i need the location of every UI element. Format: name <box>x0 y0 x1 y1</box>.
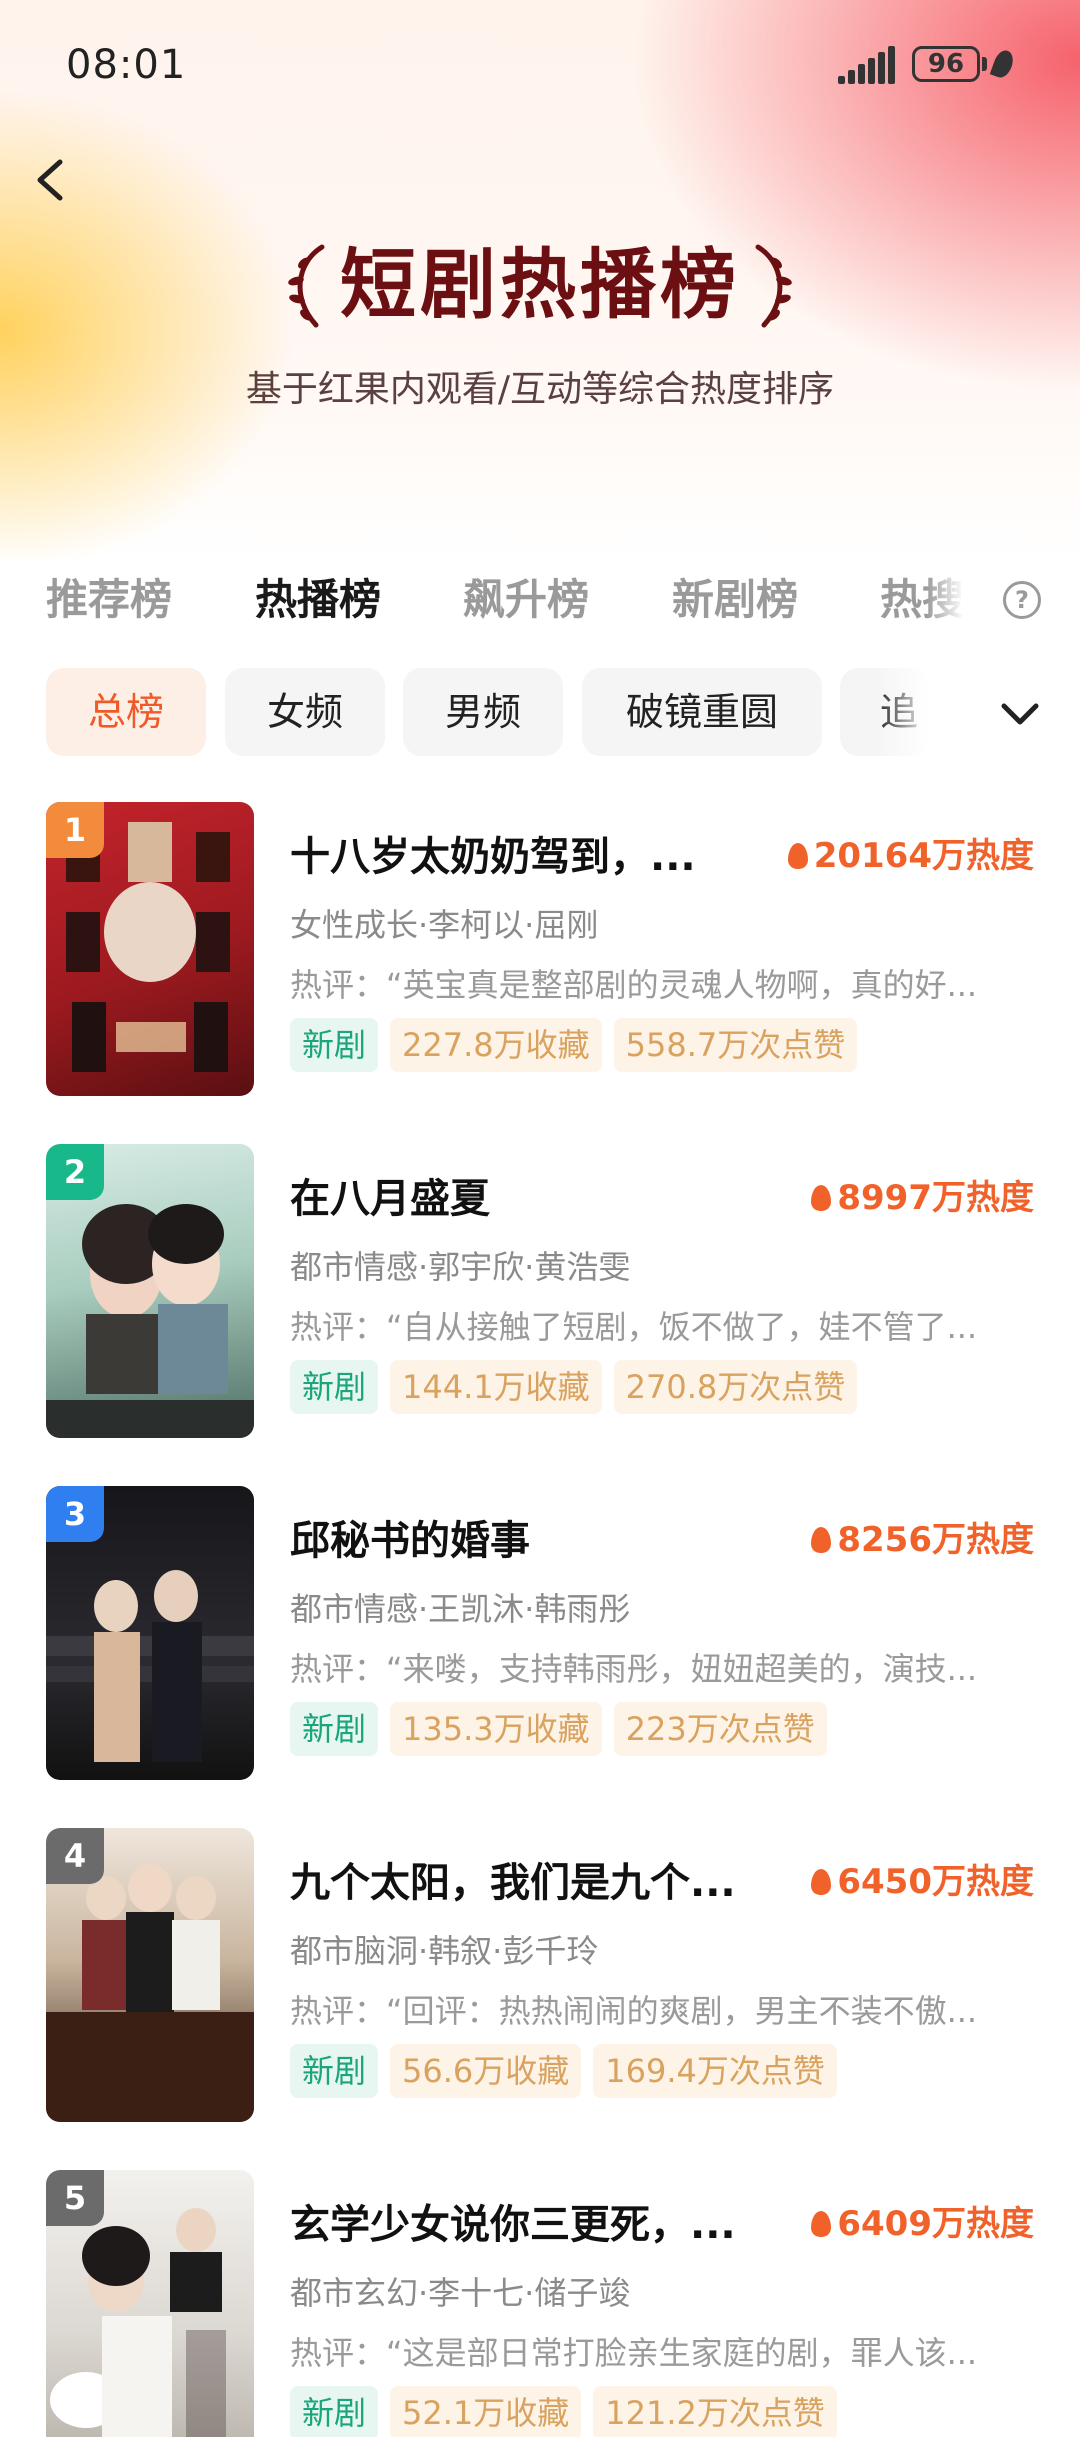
expand-filters-button[interactable] <box>990 690 1050 740</box>
tab-hot-search[interactable]: 热搜 <box>880 560 964 640</box>
new-tag: 新剧 <box>290 1360 379 1414</box>
drama-meta: 都市情感·郭宇欣·黄浩雯 <box>290 1248 631 1286</box>
drama-meta: 女性成长·李柯以·屈刚 <box>290 906 599 944</box>
favorites-tag: 227.8万收藏 <box>390 1018 602 1072</box>
likes-tag: 121.2万次点赞 <box>593 2386 837 2437</box>
drama-title: 玄学少女说你三更死，... <box>290 2202 736 2248</box>
heat-text: 20164万热度 <box>813 836 1034 876</box>
back-arrow-icon <box>37 159 63 201</box>
leaf-icon <box>989 47 1017 81</box>
heat-text: 8256万热度 <box>837 1520 1034 1560</box>
flame-icon <box>811 2211 832 2237</box>
favorites-tag: 52.1万收藏 <box>390 2386 582 2437</box>
list-item[interactable]: 2 在八月盛夏 8997万热度 都市情感·郭宇欣·黄浩雯 热评：“自从接触了短剧… <box>0 1142 1080 1442</box>
rank-badge: 2 <box>46 1144 104 1200</box>
heat-value: 8256万热度 <box>811 1512 1034 1561</box>
drama-title: 邱秘书的婚事 <box>290 1518 530 1564</box>
drama-title: 在八月盛夏 <box>290 1176 490 1222</box>
tag-row: 新剧 52.1万收藏 121.2万次点赞 <box>290 2386 849 2437</box>
likes-tag: 270.8万次点赞 <box>613 1360 858 1414</box>
heat-text: 6450万热度 <box>837 1862 1034 1902</box>
heat-value: 6409万热度 <box>811 2196 1034 2245</box>
filter-chip-more[interactable]: 追 <box>840 668 930 756</box>
likes-tag: 558.7万次点赞 <box>613 1018 858 1072</box>
heat-text: 6409万热度 <box>837 2204 1034 2244</box>
rank-badge: 1 <box>46 802 104 858</box>
heat-value: 6450万热度 <box>811 1854 1034 1903</box>
heat-value: 8997万热度 <box>811 1170 1034 1219</box>
drama-review: 热评：“英宝真是整部剧的灵魂人物啊，真的好... <box>290 966 978 1004</box>
drama-review: 热评：“回评：热热闹闹的爽剧，男主不装不傲... <box>290 1992 978 2030</box>
tab-new[interactable]: 新剧榜 <box>672 560 798 640</box>
drama-title: 十八岁太奶奶驾到，... <box>290 834 696 880</box>
flame-icon <box>811 1869 832 1895</box>
list-item[interactable]: 3 邱秘书的婚事 8256万热度 都市情感·王凯沐·韩雨彤 热评：“来喽，支持韩… <box>0 1484 1080 1784</box>
list-item[interactable]: 4 九个太阳，我们是九个... 6450万热度 都市脑洞·韩叙·彭千玲 热评：“… <box>0 1826 1080 2126</box>
tag-row: 新剧 135.3万收藏 223万次点赞 <box>290 1702 839 1758</box>
tag-row: 新剧 56.6万收藏 169.4万次点赞 <box>290 2044 849 2100</box>
battery-tip <box>982 57 987 71</box>
poster-image: 1 <box>46 802 254 1096</box>
drama-review: 热评：“这是部日常打脸亲生家庭的剧，罪人该... <box>290 2334 978 2372</box>
drama-meta: 都市脑洞·韩叙·彭千玲 <box>290 1932 599 1970</box>
poster-image: 3 <box>46 1486 254 1780</box>
favorites-tag: 144.1万收藏 <box>390 1360 602 1414</box>
status-bar: 08:01 96 <box>0 0 1080 130</box>
rank-badge: 4 <box>46 1828 104 1884</box>
filter-chip-all[interactable]: 总榜 <box>46 668 206 756</box>
poster-image: 4 <box>46 1828 254 2122</box>
tag-row: 新剧 227.8万收藏 558.7万次点赞 <box>290 1018 869 1074</box>
status-time: 08:01 <box>66 42 187 88</box>
flame-icon <box>787 843 808 869</box>
signal-icon <box>838 44 902 84</box>
battery-icon: 96 <box>912 46 980 82</box>
filter-chip-female[interactable]: 女频 <box>225 668 385 756</box>
favorites-tag: 135.3万收藏 <box>390 1702 602 1756</box>
drama-title: 九个太阳，我们是九个... <box>290 1860 736 1906</box>
page-title-area: 短剧热播榜 <box>0 225 1080 345</box>
list-item[interactable]: 1 十八岁太奶奶驾到，... 20164万热度 女性成长·李柯以·屈刚 热评：“… <box>0 800 1080 1100</box>
flame-icon <box>811 1527 832 1553</box>
page-subtitle: 基于红果内观看/互动等综合热度排序 <box>245 369 835 410</box>
filter-chips: 总榜 女频 男频 破镜重圆 追 <box>0 668 1080 758</box>
tag-row: 新剧 144.1万收藏 270.8万次点赞 <box>290 1360 869 1416</box>
new-tag: 新剧 <box>290 2044 379 2098</box>
likes-tag: 223万次点赞 <box>613 1702 827 1756</box>
laurel-left-icon <box>288 244 325 328</box>
laurel-right-icon <box>755 244 792 328</box>
poster-image: 5 <box>46 2170 254 2437</box>
poster-image: 2 <box>46 1144 254 1438</box>
drama-review: 热评：“来喽，支持韩雨彤，妞妞超美的，演技... <box>290 1650 978 1688</box>
drama-meta: 都市情感·王凯沐·韩雨彤 <box>290 1590 631 1628</box>
help-icon[interactable]: ? <box>1003 581 1041 619</box>
rank-badge: 3 <box>46 1486 104 1542</box>
ranking-tabs: 推荐榜 热播榜 飙升榜 新剧榜 热搜 <box>0 560 1080 640</box>
new-tag: 新剧 <box>290 2386 379 2437</box>
page-title: 短剧热播榜 <box>340 240 740 329</box>
heat-text: 8997万热度 <box>837 1178 1034 1218</box>
drama-review: 热评：“自从接触了短剧，饭不做了，娃不管了... <box>290 1308 978 1346</box>
chevron-down-icon <box>1001 703 1039 725</box>
favorites-tag: 56.6万收藏 <box>390 2044 582 2098</box>
new-tag: 新剧 <box>290 1702 379 1756</box>
heat-value: 20164万热度 <box>787 828 1034 877</box>
list-item[interactable]: 5 玄学少女说你三更死，... 6409万热度 都市玄幻·李十七·储子竣 热评：… <box>0 2168 1080 2437</box>
back-button[interactable] <box>22 150 82 210</box>
new-tag: 新剧 <box>290 1018 379 1072</box>
tab-hot-play[interactable]: 热播榜 <box>255 560 381 640</box>
tab-recommend[interactable]: 推荐榜 <box>46 560 172 640</box>
drama-meta: 都市玄幻·李十七·储子竣 <box>290 2274 631 2312</box>
filter-chip-male[interactable]: 男频 <box>403 668 563 756</box>
likes-tag: 169.4万次点赞 <box>593 2044 837 2098</box>
tab-rising[interactable]: 飙升榜 <box>463 560 589 640</box>
filter-chip-reunion[interactable]: 破镜重圆 <box>582 668 822 756</box>
flame-icon <box>811 1185 832 1211</box>
rank-badge: 5 <box>46 2170 104 2226</box>
